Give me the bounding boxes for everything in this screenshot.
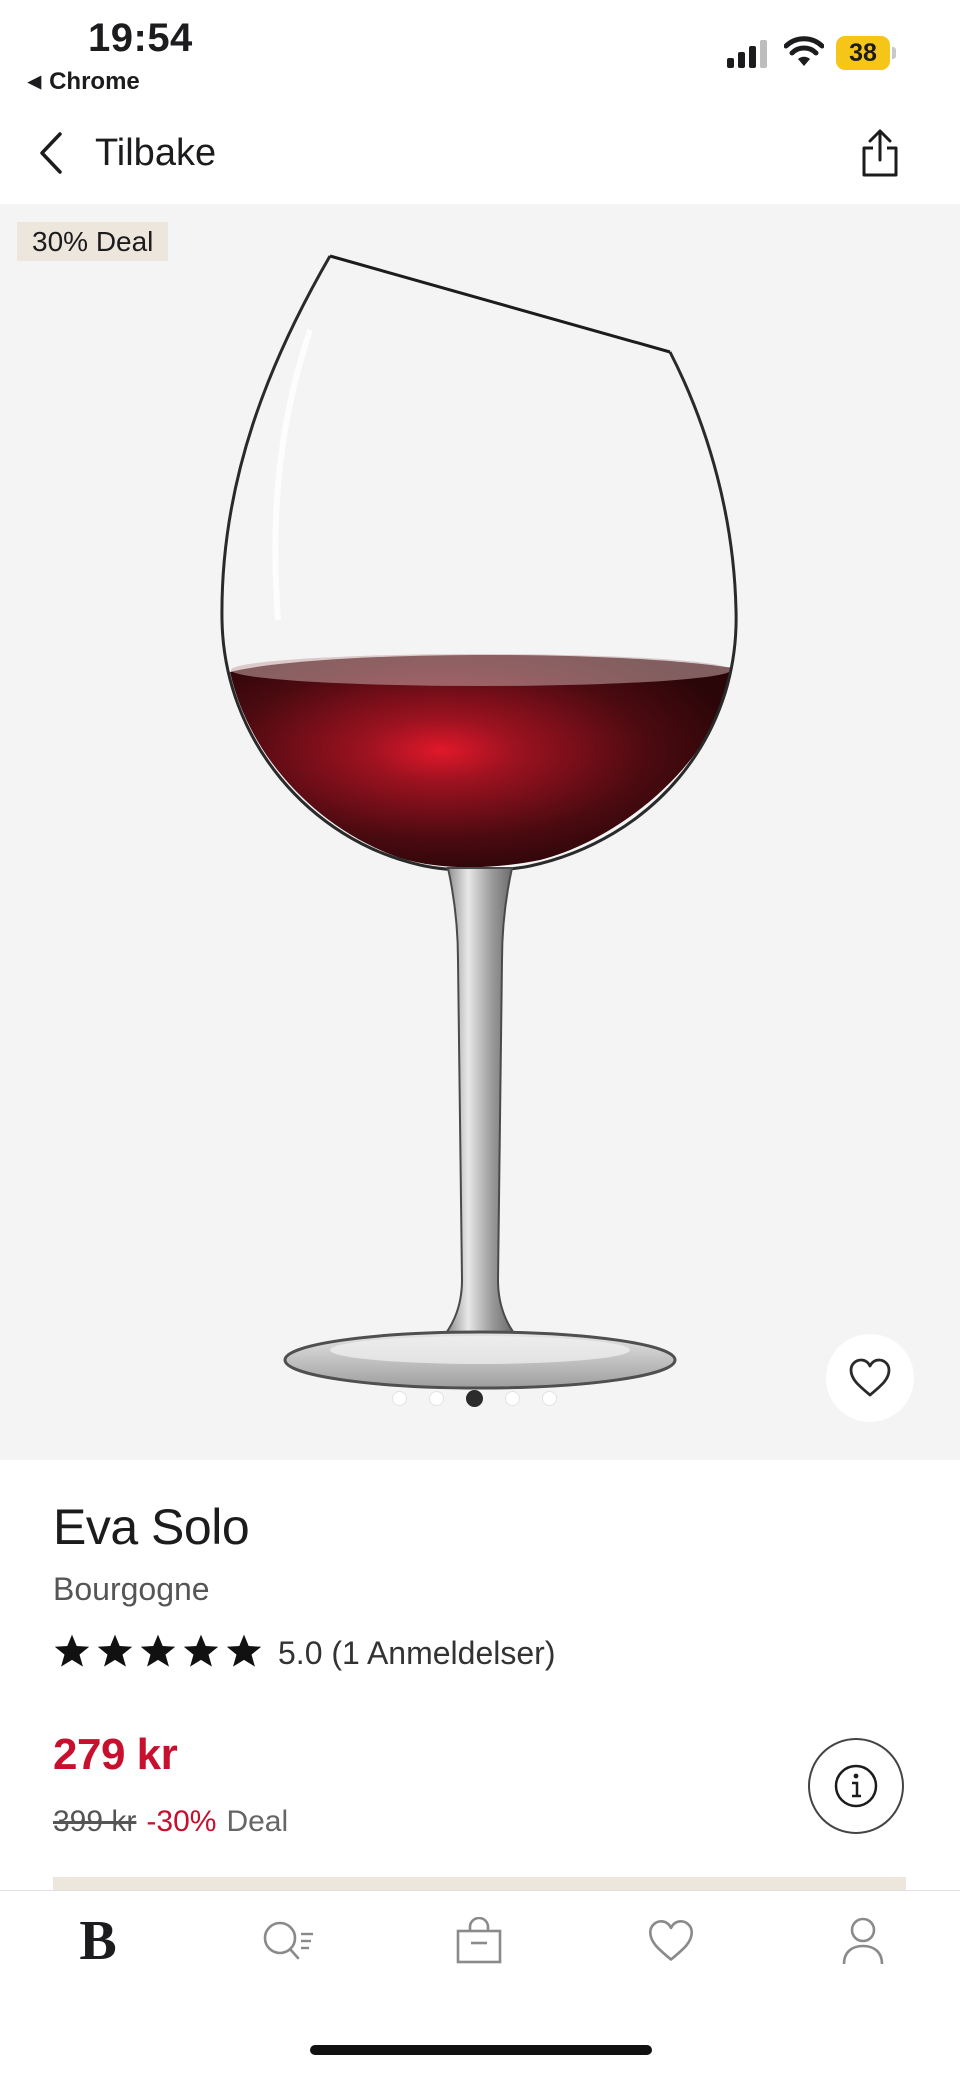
search-icon	[263, 1921, 313, 1960]
old-price: 399 kr	[53, 1805, 137, 1838]
carousel-dots	[392, 1390, 557, 1407]
heart-icon	[648, 1920, 694, 1961]
star-icon	[183, 1634, 219, 1667]
rating-stars[interactable]	[53, 1633, 263, 1669]
tab-cart[interactable]	[439, 1906, 519, 1976]
star-icon	[226, 1634, 262, 1667]
shopping-bag-icon	[456, 1917, 502, 1964]
tab-home[interactable]: B	[58, 1906, 138, 1976]
heart-icon	[849, 1358, 891, 1397]
price-info-button[interactable]	[808, 1738, 904, 1834]
chevron-left-icon[interactable]	[36, 130, 66, 176]
carousel-dot[interactable]	[392, 1391, 407, 1406]
price-comparison: 399 kr -30% Deal	[53, 1805, 288, 1839]
current-price: 279 kr	[53, 1730, 178, 1779]
user-icon	[842, 1917, 884, 1965]
tab-favorites[interactable]	[631, 1906, 711, 1976]
carousel-dot-active[interactable]	[466, 1390, 483, 1407]
product-brand[interactable]: Eva Solo	[53, 1498, 250, 1556]
wine-glass-image	[220, 254, 738, 1390]
add-to-favorites-button[interactable]	[826, 1334, 914, 1422]
wifi-icon	[784, 36, 824, 66]
home-logo: B	[79, 1910, 117, 1972]
carousel-dot[interactable]	[505, 1391, 520, 1406]
add-to-cart-bar[interactable]	[53, 1877, 906, 1891]
star-icon	[140, 1634, 176, 1667]
rating-text[interactable]: 5.0 (1 Anmeldelser)	[278, 1635, 555, 1672]
battery-indicator: 38	[836, 36, 890, 70]
share-icon[interactable]	[860, 128, 900, 178]
tab-profile[interactable]	[823, 1906, 903, 1976]
status-time: 19:54	[88, 16, 193, 60]
back-button-label[interactable]: Tilbake	[95, 132, 216, 175]
discount-percent: -30%	[146, 1805, 217, 1838]
back-app-label: Chrome	[49, 68, 140, 95]
star-icon	[97, 1634, 133, 1667]
deal-label: Deal	[226, 1805, 289, 1838]
carousel-dot[interactable]	[542, 1391, 557, 1406]
battery-tip	[892, 47, 896, 59]
info-icon	[834, 1764, 878, 1808]
star-icon	[54, 1634, 90, 1667]
product-model: Bourgogne	[53, 1571, 210, 1607]
cellular-signal-icon	[727, 40, 767, 68]
deal-badge: 30% Deal	[17, 222, 169, 261]
back-to-app[interactable]: ◀ Chrome	[28, 68, 140, 96]
home-indicator	[310, 2045, 652, 2055]
carousel-dot[interactable]	[429, 1391, 444, 1406]
back-triangle-icon: ◀	[28, 72, 42, 91]
tab-search[interactable]	[248, 1906, 328, 1976]
